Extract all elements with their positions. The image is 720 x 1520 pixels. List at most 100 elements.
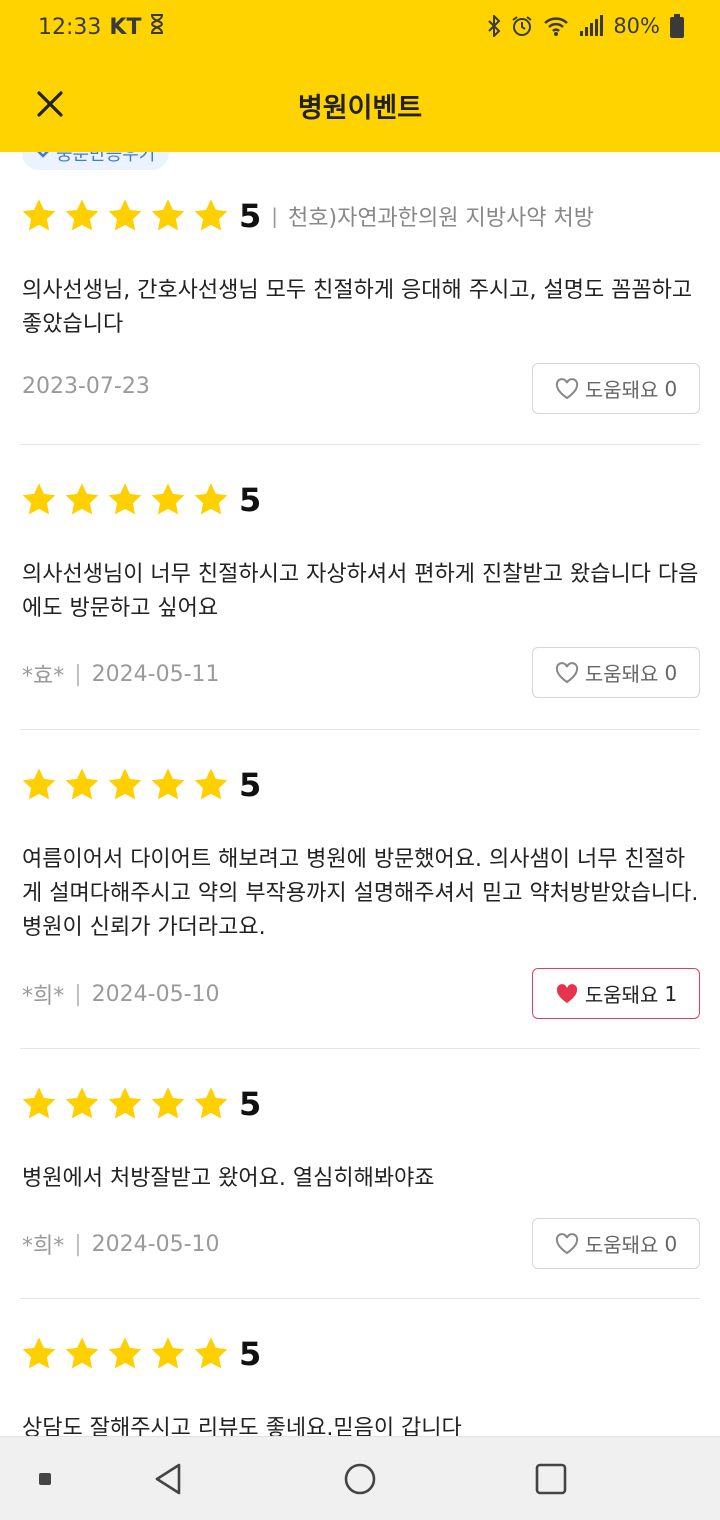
nav-recents-button[interactable] xyxy=(529,1457,573,1501)
star-icon xyxy=(194,768,228,800)
divider xyxy=(20,1298,700,1299)
review-text: 상담도 잘해주시고 리뷰도 좋네요.믿음이 갑니다 xyxy=(22,1416,462,1436)
treatment-label: 천호)자연과한의원 지방사약 처방 xyxy=(288,206,594,231)
star-icon xyxy=(22,1337,56,1369)
review-date: 2024-05-10 xyxy=(91,1231,220,1257)
rating-score: 5 xyxy=(239,1085,262,1123)
rating-row: 5 xyxy=(20,1084,271,1124)
star-icon xyxy=(151,1337,185,1369)
star-icon xyxy=(65,483,99,515)
rating-score: 5 xyxy=(239,197,262,235)
separator: | xyxy=(74,661,82,687)
status-left: 12:33 KT xyxy=(38,14,165,40)
star-icon xyxy=(151,483,185,515)
star-icon xyxy=(65,199,99,231)
star-icon xyxy=(65,1087,99,1119)
helpful-count: 1 xyxy=(664,981,678,1006)
helpful-button[interactable]: 도움돼요 0 xyxy=(532,1218,700,1269)
review-author: *희* xyxy=(22,984,65,1009)
hourglass-icon xyxy=(149,14,165,40)
page-title: 병원이벤트 xyxy=(297,93,423,124)
nav-menu-button[interactable] xyxy=(23,1457,67,1501)
status-time: 12:33 xyxy=(38,14,102,40)
star-icon xyxy=(108,1337,142,1369)
star-icon xyxy=(194,483,228,515)
star-icon xyxy=(22,483,56,515)
review-meta: *희* | 2024-05-10 xyxy=(22,1228,220,1260)
divider xyxy=(20,444,700,445)
wifi-icon xyxy=(543,15,569,37)
helpful-count: 0 xyxy=(664,660,678,685)
helpful-label: 도움돼요 xyxy=(584,983,659,1007)
helpful-label: 도움돼요 xyxy=(584,1233,659,1257)
menu-dot-icon xyxy=(39,1473,51,1485)
star-icon xyxy=(22,1087,56,1119)
helpful-button[interactable]: 도움돼요 0 xyxy=(532,363,700,414)
helpful-label: 도움돼요 xyxy=(584,378,659,402)
nav-back-button[interactable] xyxy=(146,1457,190,1501)
app-bar: 병원이벤트 xyxy=(0,60,720,146)
status-carrier: KT xyxy=(109,14,142,40)
divider xyxy=(20,1048,700,1049)
review-text: 여름이어서 다이어트 해보려고 병원에 방문했어요. 의사샘이 너무 친절하게 … xyxy=(22,847,699,940)
review-author: *희* xyxy=(22,1234,65,1259)
battery-icon xyxy=(670,14,684,38)
review-text: 의사선생님, 간호사선생님 모두 친절하게 응대해 주시고, 설명도 꼼꼼하고 … xyxy=(22,278,693,337)
star-icon xyxy=(65,1337,99,1369)
review-date: 2024-05-10 xyxy=(91,981,220,1007)
star-icon xyxy=(22,768,56,800)
star-icon xyxy=(108,768,142,800)
helpful-count: 0 xyxy=(664,1231,678,1256)
helpful-count: 0 xyxy=(664,376,678,401)
rating-row: 5 | 천호)자연과한의원 지방사약 처방 xyxy=(20,196,594,236)
star-icon xyxy=(65,768,99,800)
review-meta: *효* | 2024-05-11 xyxy=(22,658,220,690)
star-icon xyxy=(194,1337,228,1369)
heart-outline-icon xyxy=(555,1232,578,1254)
divider xyxy=(20,729,700,730)
rating-row: 5 xyxy=(20,480,271,520)
star-icon xyxy=(151,768,185,800)
battery-percent: 80% xyxy=(613,14,660,38)
separator: | xyxy=(271,204,279,228)
review-text: 병원에서 처방잘받고 왔어요. 열심히해봐야죠 xyxy=(22,1166,435,1191)
filter-chip-label: 중분만등우기 xyxy=(56,152,156,165)
alarm-icon xyxy=(511,15,533,37)
rating-row: 5 xyxy=(20,1334,271,1374)
rating-score: 5 xyxy=(239,766,262,804)
status-bar: 12:33 KT 80% xyxy=(0,0,720,56)
star-icon xyxy=(194,1087,228,1119)
review-author: *효* xyxy=(22,664,65,689)
helpful-button[interactable]: 도움돼요 1 xyxy=(532,968,700,1019)
review-meta: 2023-07-23 xyxy=(22,374,150,399)
system-nav-bar xyxy=(0,1436,720,1520)
review-text: 의사선생님이 너무 친절하시고 자상하셔서 편하게 진찰받고 왔습니다 다음에도… xyxy=(22,562,699,621)
helpful-button[interactable]: 도움돼요 0 xyxy=(532,647,700,698)
star-icon xyxy=(108,483,142,515)
status-right: 80% xyxy=(487,14,684,38)
back-icon xyxy=(155,1463,181,1495)
chevron-down-icon xyxy=(36,152,50,164)
separator: | xyxy=(74,1231,82,1257)
review-list[interactable]: 중분만등우기 5 | 천호)자연과한의원 지방사약 처방 의사선생님, 간호사선… xyxy=(0,152,720,1436)
home-icon xyxy=(344,1463,376,1495)
bluetooth-icon xyxy=(487,15,501,37)
separator: | xyxy=(74,981,82,1007)
star-icon xyxy=(108,1087,142,1119)
star-icon xyxy=(22,199,56,231)
rating-row: 5 xyxy=(20,765,271,805)
rating-score: 5 xyxy=(239,1335,262,1373)
star-icon xyxy=(151,199,185,231)
top-bar: 12:33 KT 80% 병원이벤트 xyxy=(0,0,720,152)
heart-outline-icon xyxy=(555,661,578,683)
recents-icon xyxy=(535,1463,567,1495)
nav-home-button[interactable] xyxy=(338,1457,382,1501)
rating-score: 5 xyxy=(239,481,262,519)
signal-icon xyxy=(579,15,604,37)
heart-outline-icon xyxy=(555,377,578,399)
heart-filled-icon xyxy=(556,983,577,1003)
star-icon xyxy=(108,199,142,231)
review-date: 2023-07-23 xyxy=(22,374,150,399)
review-date: 2024-05-11 xyxy=(91,661,220,687)
filter-chip[interactable]: 중분만등우기 xyxy=(22,152,170,170)
